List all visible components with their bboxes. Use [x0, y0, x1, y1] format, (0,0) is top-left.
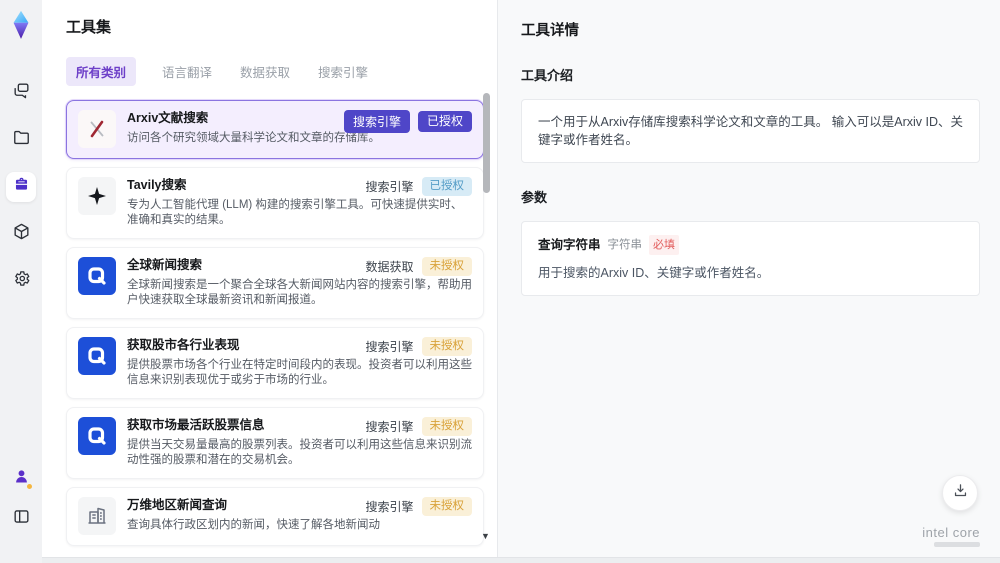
tab-数据获取[interactable]: 数据获取	[238, 57, 292, 86]
tool-description: 提供股票市场各个行业在特定时间段内的表现。投资者可以利用这些信息来识别表现优于或…	[127, 359, 472, 386]
tool-auth-badge: 未授权	[421, 417, 472, 436]
sidebar-item-collapse[interactable]	[6, 504, 36, 534]
intel-core-logo-text: intel core	[922, 525, 980, 540]
tool-card[interactable]: Tavily搜索 专为人工智能代理 (LLM) 构建的搜索引擎工具。可快速提供实…	[66, 167, 484, 239]
intel-core-logo: intel core	[922, 525, 980, 547]
tool-description: 访问各个研究领域大量科学论文和文章的存储库。	[127, 132, 380, 144]
tool-category-label: 数据获取	[365, 260, 414, 274]
scrollbar-down-arrow-icon[interactable]: ▼	[481, 532, 490, 541]
gear-icon	[12, 269, 31, 293]
folder-icon	[12, 128, 31, 152]
news-q-icon	[78, 337, 116, 375]
tool-category-label: 搜索引擎	[365, 500, 414, 514]
tool-card[interactable]: 万维地区新闻查询 查询具体行政区划内的新闻，快速了解各地新闻动 搜索引擎 未授权	[66, 487, 484, 546]
news-q-icon	[78, 417, 116, 455]
intel-logo-subline	[934, 542, 980, 547]
tool-card[interactable]: 获取市场最活跃股票信息 提供当天交易量最高的股票列表。投资者可以利用这些信息来识…	[66, 407, 484, 479]
tool-list: Arxiv文献搜索 访问各个研究领域大量科学论文和文章的存储库。 搜索引擎 已授…	[66, 100, 484, 546]
param-required-badge: 必填	[649, 235, 680, 255]
param-type: 字符串	[607, 239, 643, 251]
status-dot	[27, 484, 32, 489]
tool-description: 提供当天交易量最高的股票列表。投资者可以利用这些信息来识别流动性强的股票和潜在的…	[127, 439, 472, 466]
tool-card[interactable]: Arxiv文献搜索 访问各个研究领域大量科学论文和文章的存储库。 搜索引擎 已授…	[66, 100, 484, 159]
window-bottom-edge	[0, 557, 1000, 563]
tool-card[interactable]: 获取股市各行业表现 提供股票市场各个行业在特定时间段内的表现。投资者可以利用这些…	[66, 327, 484, 399]
tool-auth-badge: 已授权	[417, 111, 472, 132]
sidebar-item-files[interactable]	[6, 125, 36, 155]
tool-auth-badge: 未授权	[421, 257, 472, 276]
tool-category-label: 搜索引擎	[343, 110, 410, 133]
panel-collapse-icon	[12, 507, 31, 531]
param-description: 用于搜索的Arxiv ID、关键字或作者姓名。	[538, 266, 770, 280]
tool-card[interactable]: 全球新闻搜索 全球新闻搜索是一个聚合全球各大新闻网站内容的搜索引擎，帮助用户快速…	[66, 247, 484, 319]
detail-title: 工具详情	[521, 23, 579, 39]
news-q-icon	[78, 257, 116, 295]
list-scrollbar[interactable]: ▼	[481, 90, 491, 543]
tool-category-label: 搜索引擎	[365, 420, 414, 434]
params-heading: 参数	[521, 190, 548, 205]
arxiv-logo-icon	[78, 110, 116, 148]
tool-detail-panel: 工具详情 工具介绍 一个用于从Arxiv存储库搜索科学论文和文章的工具。 输入可…	[498, 0, 1000, 557]
scrollbar-thumb[interactable]	[483, 93, 490, 193]
app-rail	[0, 0, 42, 563]
sparkle-star-icon	[78, 177, 116, 215]
sidebar-item-settings[interactable]	[6, 266, 36, 296]
tool-description: 全球新闻搜索是一个聚合全球各大新闻网站内容的搜索引擎，帮助用户快速获取全球最新资…	[127, 279, 472, 306]
page-title: 工具集	[66, 19, 112, 36]
download-icon	[952, 482, 969, 504]
intro-text: 一个用于从Arxiv存储库搜索科学论文和文章的工具。 输入可以是Arxiv ID…	[538, 115, 964, 147]
tool-category-label: 搜索引擎	[365, 180, 414, 194]
category-tabs: 所有类别 语言翻译 数据获取 搜索引擎	[66, 57, 483, 86]
tool-description: 专为人工智能代理 (LLM) 构建的搜索引擎工具。可快速提供实时、准确和真实的结…	[127, 199, 463, 226]
tool-auth-badge: 未授权	[421, 337, 472, 356]
sidebar-item-account[interactable]	[6, 464, 36, 494]
sidebar-item-tools[interactable]	[6, 172, 36, 202]
toolbox-briefcase-icon	[12, 175, 31, 199]
param-box: 查询字符串 字符串 必填 用于搜索的Arxiv ID、关键字或作者姓名。	[521, 221, 980, 296]
tool-category-label: 搜索引擎	[365, 340, 414, 354]
tool-auth-badge: 未授权	[421, 497, 472, 516]
tool-description: 查询具体行政区划内的新闻，快速了解各地新闻动	[127, 519, 380, 531]
tool-list-panel: 工具集 所有类别 语言翻译 数据获取 搜索引擎 Arxiv文献搜索 访问各个研究领域大…	[42, 0, 498, 557]
cube-icon	[12, 222, 31, 246]
intro-box: 一个用于从Arxiv存储库搜索科学论文和文章的工具。 输入可以是Arxiv ID…	[521, 99, 980, 163]
param-name: 查询字符串	[538, 238, 601, 252]
tab-所有类别[interactable]: 所有类别	[66, 57, 137, 86]
sidebar-item-packages[interactable]	[6, 219, 36, 249]
app-logo-gem-icon	[7, 10, 35, 40]
download-button[interactable]	[942, 475, 978, 511]
sidebar-item-chat[interactable]	[6, 78, 36, 108]
intro-heading: 工具介绍	[521, 68, 574, 83]
chat-icon	[12, 81, 31, 105]
tool-auth-badge: 已授权	[421, 177, 472, 196]
tab-语言翻译[interactable]: 语言翻译	[160, 57, 214, 86]
tab-搜索引擎[interactable]: 搜索引擎	[316, 57, 370, 86]
building-icon	[78, 497, 116, 535]
